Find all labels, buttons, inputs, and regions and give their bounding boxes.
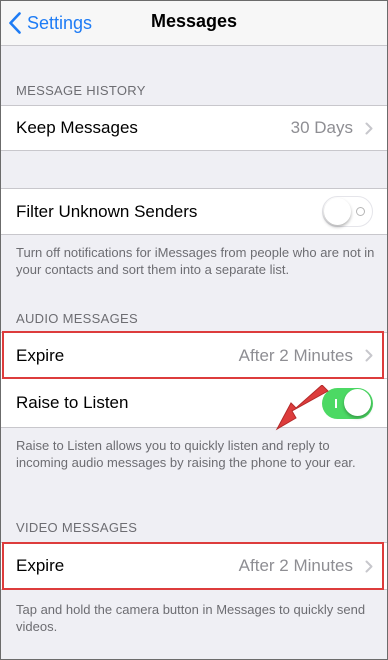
audio-expire-value: After 2 Minutes	[238, 345, 353, 365]
toggle-off-indicator-icon	[356, 207, 365, 216]
filter-unknown-senders-toggle[interactable]	[322, 196, 373, 227]
filter-unknown-senders-label: Filter Unknown Senders	[16, 201, 198, 221]
divider	[1, 150, 387, 151]
keep-messages-label: Keep Messages	[16, 118, 138, 137]
navigation-bar: Settings Messages	[1, 1, 387, 46]
annotation-arrow-icon	[275, 385, 329, 431]
keep-messages-value: 30 Days	[290, 118, 353, 137]
divider	[1, 234, 387, 235]
video-footer-text: Tap and hold the camera button in Messag…	[16, 602, 366, 634]
audio-expire-label: Expire	[16, 345, 65, 365]
video-expire-row[interactable]: Expire After 2 Minutes	[1, 543, 387, 589]
chevron-right-icon	[365, 560, 373, 572]
divider	[1, 589, 387, 590]
chevron-right-icon	[365, 349, 373, 362]
toggle-on-indicator-icon	[335, 398, 337, 408]
audio-footer-text: Raise to Listen allows you to quickly li…	[16, 438, 356, 470]
filter-footer-text: Turn off notifications for iMessages fro…	[16, 245, 375, 277]
toggle-knob	[324, 197, 351, 225]
audio-expire-row[interactable]: Expire After 2 Minutes	[1, 333, 387, 378]
toggle-knob	[344, 388, 371, 416]
section-header-audio-messages: AUDIO MESSAGES	[16, 311, 138, 326]
video-expire-label: Expire	[16, 556, 65, 575]
page-title: Messages	[150, 11, 238, 31]
section-header-video-messages: VIDEO MESSAGES	[16, 520, 138, 535]
keep-messages-row[interactable]: Keep Messages 30 Days	[1, 106, 387, 150]
section-header-message-history: MESSAGE HISTORY	[16, 83, 146, 98]
video-expire-value: After 2 Minutes	[238, 556, 353, 575]
filter-unknown-senders-row: Filter Unknown Senders	[1, 189, 387, 234]
chevron-right-icon	[365, 122, 373, 134]
